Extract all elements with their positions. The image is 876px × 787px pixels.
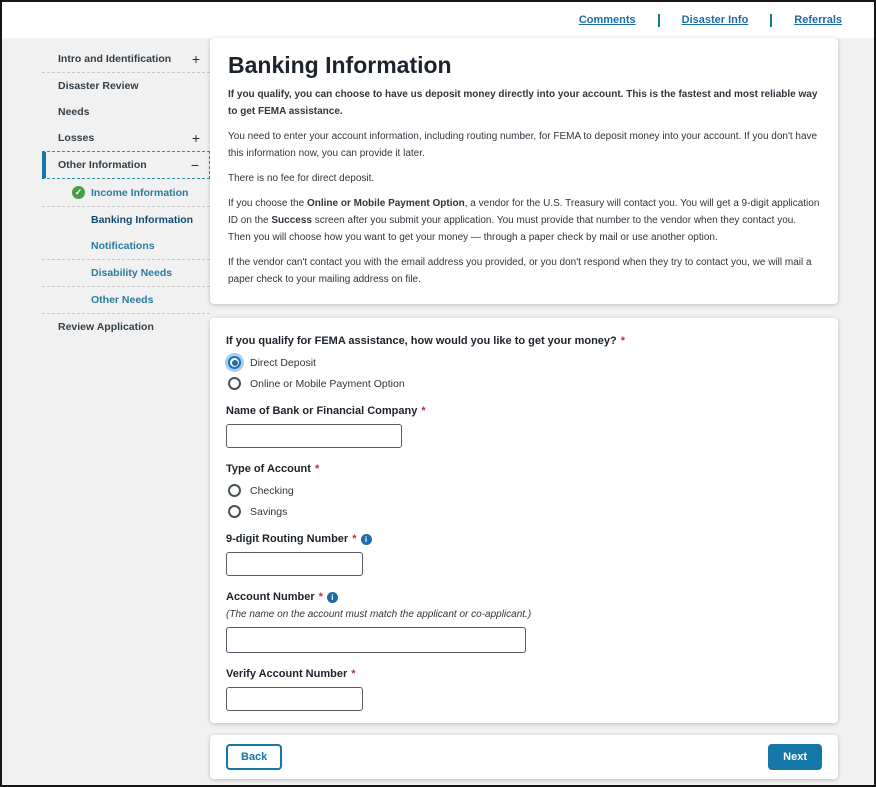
sidebar-item-label: Losses: [58, 132, 192, 144]
info-icon[interactable]: i: [327, 592, 338, 603]
account-type-label-text: Type of Account: [226, 462, 311, 476]
sidebar-item-review-application[interactable]: Review Application: [42, 314, 210, 340]
intro-paragraph: There is no fee for direct deposit.: [228, 170, 820, 187]
sidebar-item-label: Disaster Review: [58, 80, 200, 92]
bank-name-field-group: Name of Bank or Financial Company *: [226, 404, 822, 448]
radio-option-label: Direct Deposit: [250, 357, 316, 369]
radio-unselected-icon[interactable]: [228, 377, 241, 390]
nav-separator: [770, 14, 772, 27]
account-type-field-group: Type of Account * Checking Savings: [226, 462, 822, 518]
bank-name-input[interactable]: [226, 424, 402, 448]
form-actions-bar: Back Next: [210, 735, 838, 779]
referrals-link[interactable]: Referrals: [794, 14, 842, 26]
radio-unselected-icon[interactable]: [228, 505, 241, 518]
next-button[interactable]: Next: [768, 744, 822, 770]
radio-option-online-mobile-payment[interactable]: Online or Mobile Payment Option: [226, 377, 822, 390]
completed-check-icon: ✓: [72, 186, 85, 199]
radio-option-label: Savings: [250, 506, 287, 518]
info-icon[interactable]: i: [361, 534, 372, 545]
sidebar-item-notifications[interactable]: Notifications: [42, 233, 210, 260]
account-number-label-text: Account Number: [226, 590, 315, 604]
sidebar-item-banking-information[interactable]: Banking Information: [42, 207, 210, 233]
intro-paragraph: You need to enter your account informati…: [228, 128, 820, 162]
verify-account-number-field-group: Verify Account Number *: [226, 667, 822, 711]
top-navigation-bar: Comments Disaster Info Referrals: [2, 2, 874, 38]
verify-account-number-input[interactable]: [226, 687, 363, 711]
sidebar-item-needs[interactable]: Needs: [42, 99, 210, 125]
required-asterisk: *: [319, 590, 323, 604]
payment-method-question-text: If you qualify for FEMA assistance, how …: [226, 334, 617, 348]
account-type-label: Type of Account *: [226, 462, 822, 476]
routing-number-label: 9-digit Routing Number * i: [226, 532, 822, 546]
account-number-label: Account Number * i: [226, 590, 822, 604]
expand-plus-icon: +: [192, 54, 200, 64]
sidebar-item-label: Needs: [58, 106, 200, 118]
banking-intro-card: Banking Information If you qualify, you …: [210, 38, 838, 304]
bank-name-label: Name of Bank or Financial Company *: [226, 404, 822, 418]
sidebar-item-disability-needs[interactable]: Disability Needs: [42, 260, 210, 287]
radio-option-label: Online or Mobile Payment Option: [250, 378, 405, 390]
page-subtitle: If you qualify, you can choose to have u…: [228, 86, 820, 120]
banking-form-card: If you qualify for FEMA assistance, how …: [210, 318, 838, 723]
radio-option-savings[interactable]: Savings: [226, 505, 822, 518]
payment-method-question: If you qualify for FEMA assistance, how …: [226, 334, 822, 348]
required-asterisk: *: [621, 334, 625, 348]
back-button[interactable]: Back: [226, 744, 282, 770]
expand-plus-icon: +: [192, 133, 200, 143]
radio-selected-icon[interactable]: [228, 356, 241, 369]
sidebar-item-label: Other Needs: [91, 294, 200, 306]
sidebar-item-other-needs[interactable]: Other Needs: [42, 287, 210, 314]
required-asterisk: *: [351, 667, 355, 681]
intro-paragraph: If you choose the Online or Mobile Payme…: [228, 195, 820, 246]
comments-link[interactable]: Comments: [579, 14, 636, 26]
verify-account-number-label-text: Verify Account Number: [226, 667, 347, 681]
sidebar-item-label: Review Application: [58, 321, 200, 333]
radio-option-label: Checking: [250, 485, 294, 497]
bank-name-label-text: Name of Bank or Financial Company: [226, 404, 417, 418]
nav-separator: [658, 14, 660, 27]
sidebar-item-label: Income Information: [91, 187, 200, 199]
sidebar-item-income-information[interactable]: ✓ Income Information: [42, 179, 210, 207]
intro-paragraph: If the vendor can't contact you with the…: [228, 254, 820, 288]
required-asterisk: *: [352, 532, 356, 546]
sidebar-item-intro-and-identification[interactable]: Intro and Identification +: [42, 46, 210, 73]
routing-number-label-text: 9-digit Routing Number: [226, 532, 348, 546]
routing-number-field-group: 9-digit Routing Number * i: [226, 532, 822, 576]
sidebar-item-label: Banking Information: [91, 214, 200, 226]
account-number-note: (The name on the account must match the …: [226, 608, 822, 621]
sidebar-item-label: Notifications: [91, 240, 200, 252]
verify-account-number-label: Verify Account Number *: [226, 667, 822, 681]
sidebar-item-label: Other Information: [58, 159, 191, 171]
disaster-info-link[interactable]: Disaster Info: [682, 14, 749, 26]
sidebar-item-label: Intro and Identification: [58, 53, 192, 65]
radio-option-checking[interactable]: Checking: [226, 484, 822, 497]
sidebar-item-other-information[interactable]: Other Information −: [42, 151, 210, 179]
sidebar-item-label: Disability Needs: [91, 267, 200, 279]
sidebar-item-disaster-review[interactable]: Disaster Review: [42, 73, 210, 99]
sidebar-item-losses[interactable]: Losses +: [42, 125, 210, 151]
account-number-field-group: Account Number * i (The name on the acco…: [226, 590, 822, 653]
page-title: Banking Information: [228, 52, 820, 79]
main-column: Banking Information If you qualify, you …: [210, 38, 838, 779]
collapse-minus-icon: −: [191, 160, 199, 170]
required-asterisk: *: [315, 462, 319, 476]
progress-sidebar: Intro and Identification + Disaster Revi…: [42, 38, 210, 340]
application-window: Comments Disaster Info Referrals Intro a…: [0, 0, 876, 787]
radio-option-direct-deposit[interactable]: Direct Deposit: [226, 356, 822, 369]
routing-number-input[interactable]: [226, 552, 363, 576]
radio-unselected-icon[interactable]: [228, 484, 241, 497]
account-number-input[interactable]: [226, 627, 526, 653]
required-asterisk: *: [421, 404, 425, 418]
content-area: Intro and Identification + Disaster Revi…: [2, 38, 874, 779]
